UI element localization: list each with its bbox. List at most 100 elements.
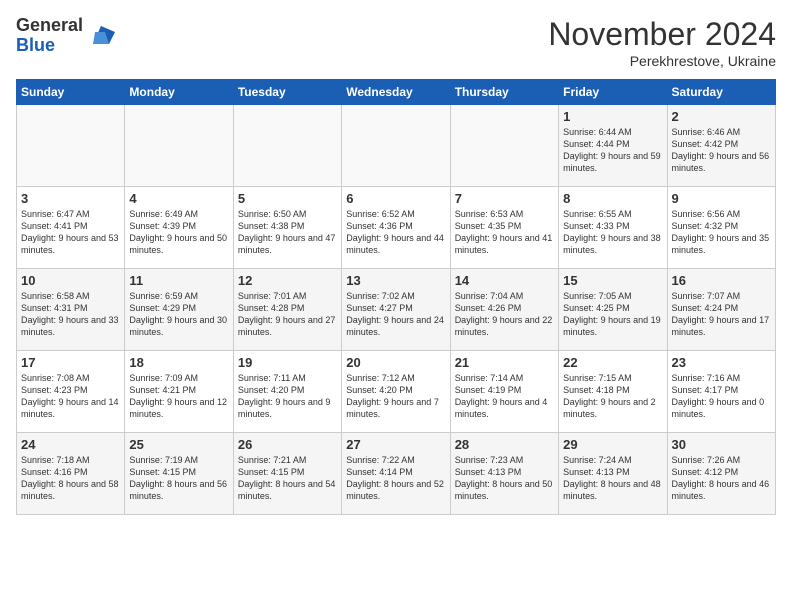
calendar-cell: 12Sunrise: 7:01 AM Sunset: 4:28 PM Dayli…: [233, 269, 341, 351]
week-row-3: 17 Sunrise: 7:08 AM Sunset: 4:23 PM Dayli…: [17, 351, 776, 433]
logo-text: General Blue: [16, 15, 83, 55]
day-number: 24: [21, 437, 120, 452]
calendar-cell: 4 Sunrise: 6:49 AM Sunset: 4:39 PM Daylig…: [125, 187, 233, 269]
day-info: Sunrise: 7:16 AM Sunset: 4:17 PM Dayligh…: [672, 372, 771, 421]
calendar: Sunday Monday Tuesday Wednesday Thursday…: [16, 79, 776, 515]
calendar-cell: 6 Sunrise: 6:52 AM Sunset: 4:36 PM Daylig…: [342, 187, 450, 269]
title-block: November 2024 Perekhrestove, Ukraine: [548, 16, 776, 69]
header-row: Sunday Monday Tuesday Wednesday Thursday…: [17, 80, 776, 105]
calendar-cell: 16Sunrise: 7:07 AM Sunset: 4:24 PM Dayli…: [667, 269, 775, 351]
day-number: 18: [129, 355, 228, 370]
header: General Blue November 2024 Perekhrestove…: [16, 16, 776, 69]
day-info: Sunrise: 6:49 AM Sunset: 4:39 PM Dayligh…: [129, 208, 228, 257]
calendar-cell: 7 Sunrise: 6:53 AM Sunset: 4:35 PM Daylig…: [450, 187, 558, 269]
day-number: 21: [455, 355, 554, 370]
day-number: 17: [21, 355, 120, 370]
logo-blue: Blue: [16, 35, 55, 55]
day-number: 13: [346, 273, 445, 288]
calendar-cell: 10Sunrise: 6:58 AM Sunset: 4:31 PM Dayli…: [17, 269, 125, 351]
day-info: Sunrise: 7:19 AM Sunset: 4:15 PM Dayligh…: [129, 454, 228, 503]
calendar-cell: [450, 105, 558, 187]
calendar-cell: 29 Sunrise: 7:24 AM Sunset: 4:13 PM Dayli…: [559, 433, 667, 515]
day-number: 22: [563, 355, 662, 370]
day-number: 10: [21, 273, 120, 288]
calendar-cell: 8 Sunrise: 6:55 AM Sunset: 4:33 PM Daylig…: [559, 187, 667, 269]
day-number: 3: [21, 191, 120, 206]
day-number: 6: [346, 191, 445, 206]
calendar-cell: [125, 105, 233, 187]
day-info: Sunrise: 7:12 AM Sunset: 4:20 PM Dayligh…: [346, 372, 445, 421]
col-friday: Friday: [559, 80, 667, 105]
day-number: 11: [129, 273, 228, 288]
day-number: 28: [455, 437, 554, 452]
calendar-cell: 3 Sunrise: 6:47 AM Sunset: 4:41 PM Daylig…: [17, 187, 125, 269]
day-info: Sunrise: 6:56 AM Sunset: 4:32 PM Dayligh…: [672, 208, 771, 257]
calendar-cell: 20 Sunrise: 7:12 AM Sunset: 4:20 PM Dayli…: [342, 351, 450, 433]
logo-icon: [87, 22, 115, 50]
day-info: Sunrise: 7:09 AM Sunset: 4:21 PM Dayligh…: [129, 372, 228, 421]
calendar-cell: 24 Sunrise: 7:18 AM Sunset: 4:16 PM Dayli…: [17, 433, 125, 515]
day-number: 14: [455, 273, 554, 288]
col-monday: Monday: [125, 80, 233, 105]
day-info: Sunrise: 6:53 AM Sunset: 4:35 PM Dayligh…: [455, 208, 554, 257]
calendar-cell: 9Sunrise: 6:56 AM Sunset: 4:32 PM Daylig…: [667, 187, 775, 269]
calendar-cell: [342, 105, 450, 187]
day-info: Sunrise: 6:52 AM Sunset: 4:36 PM Dayligh…: [346, 208, 445, 257]
day-info: Sunrise: 7:21 AM Sunset: 4:15 PM Dayligh…: [238, 454, 337, 503]
day-number: 1: [563, 109, 662, 124]
logo-general: General: [16, 15, 83, 35]
day-number: 29: [563, 437, 662, 452]
calendar-cell: 11 Sunrise: 6:59 AM Sunset: 4:29 PM Dayli…: [125, 269, 233, 351]
day-number: 8: [563, 191, 662, 206]
day-number: 16: [672, 273, 771, 288]
day-number: 27: [346, 437, 445, 452]
calendar-cell: 17 Sunrise: 7:08 AM Sunset: 4:23 PM Dayli…: [17, 351, 125, 433]
day-info: Sunrise: 7:23 AM Sunset: 4:13 PM Dayligh…: [455, 454, 554, 503]
calendar-cell: 19Sunrise: 7:11 AM Sunset: 4:20 PM Dayli…: [233, 351, 341, 433]
location: Perekhrestove, Ukraine: [548, 53, 776, 69]
calendar-cell: 22 Sunrise: 7:15 AM Sunset: 4:18 PM Dayli…: [559, 351, 667, 433]
day-info: Sunrise: 7:18 AM Sunset: 4:16 PM Dayligh…: [21, 454, 120, 503]
col-tuesday: Tuesday: [233, 80, 341, 105]
calendar-cell: [233, 105, 341, 187]
day-info: Sunrise: 6:47 AM Sunset: 4:41 PM Dayligh…: [21, 208, 120, 257]
calendar-cell: 15Sunrise: 7:05 AM Sunset: 4:25 PM Dayli…: [559, 269, 667, 351]
day-info: Sunrise: 6:59 AM Sunset: 4:29 PM Dayligh…: [129, 290, 228, 339]
day-info: Sunrise: 7:02 AM Sunset: 4:27 PM Dayligh…: [346, 290, 445, 339]
day-number: 15: [563, 273, 662, 288]
calendar-body: 1 Sunrise: 6:44 AM Sunset: 4:44 PM Daylig…: [17, 105, 776, 515]
day-info: Sunrise: 7:15 AM Sunset: 4:18 PM Dayligh…: [563, 372, 662, 421]
calendar-header: Sunday Monday Tuesday Wednesday Thursday…: [17, 80, 776, 105]
week-row-1: 3 Sunrise: 6:47 AM Sunset: 4:41 PM Daylig…: [17, 187, 776, 269]
calendar-cell: 23 Sunrise: 7:16 AM Sunset: 4:17 PM Dayli…: [667, 351, 775, 433]
calendar-cell: 26 Sunrise: 7:21 AM Sunset: 4:15 PM Dayli…: [233, 433, 341, 515]
day-number: 7: [455, 191, 554, 206]
day-number: 26: [238, 437, 337, 452]
calendar-cell: 5Sunrise: 6:50 AM Sunset: 4:38 PM Daylig…: [233, 187, 341, 269]
day-number: 5: [238, 191, 337, 206]
calendar-cell: 13 Sunrise: 7:02 AM Sunset: 4:27 PM Dayli…: [342, 269, 450, 351]
logo: General Blue: [16, 16, 115, 56]
day-number: 20: [346, 355, 445, 370]
calendar-cell: [17, 105, 125, 187]
calendar-cell: 1 Sunrise: 6:44 AM Sunset: 4:44 PM Daylig…: [559, 105, 667, 187]
day-info: Sunrise: 7:24 AM Sunset: 4:13 PM Dayligh…: [563, 454, 662, 503]
week-row-0: 1 Sunrise: 6:44 AM Sunset: 4:44 PM Daylig…: [17, 105, 776, 187]
day-info: Sunrise: 7:08 AM Sunset: 4:23 PM Dayligh…: [21, 372, 120, 421]
day-info: Sunrise: 6:44 AM Sunset: 4:44 PM Dayligh…: [563, 126, 662, 175]
day-info: Sunrise: 7:01 AM Sunset: 4:28 PM Dayligh…: [238, 290, 337, 339]
calendar-cell: 14Sunrise: 7:04 AM Sunset: 4:26 PM Dayli…: [450, 269, 558, 351]
col-saturday: Saturday: [667, 80, 775, 105]
day-info: Sunrise: 7:11 AM Sunset: 4:20 PM Dayligh…: [238, 372, 337, 421]
day-info: Sunrise: 7:22 AM Sunset: 4:14 PM Dayligh…: [346, 454, 445, 503]
day-info: Sunrise: 7:14 AM Sunset: 4:19 PM Dayligh…: [455, 372, 554, 421]
day-number: 4: [129, 191, 228, 206]
day-info: Sunrise: 6:55 AM Sunset: 4:33 PM Dayligh…: [563, 208, 662, 257]
month-title: November 2024: [548, 16, 776, 53]
calendar-cell: 30Sunrise: 7:26 AM Sunset: 4:12 PM Dayli…: [667, 433, 775, 515]
day-number: 25: [129, 437, 228, 452]
day-number: 23: [672, 355, 771, 370]
col-sunday: Sunday: [17, 80, 125, 105]
col-thursday: Thursday: [450, 80, 558, 105]
calendar-cell: 18 Sunrise: 7:09 AM Sunset: 4:21 PM Dayli…: [125, 351, 233, 433]
